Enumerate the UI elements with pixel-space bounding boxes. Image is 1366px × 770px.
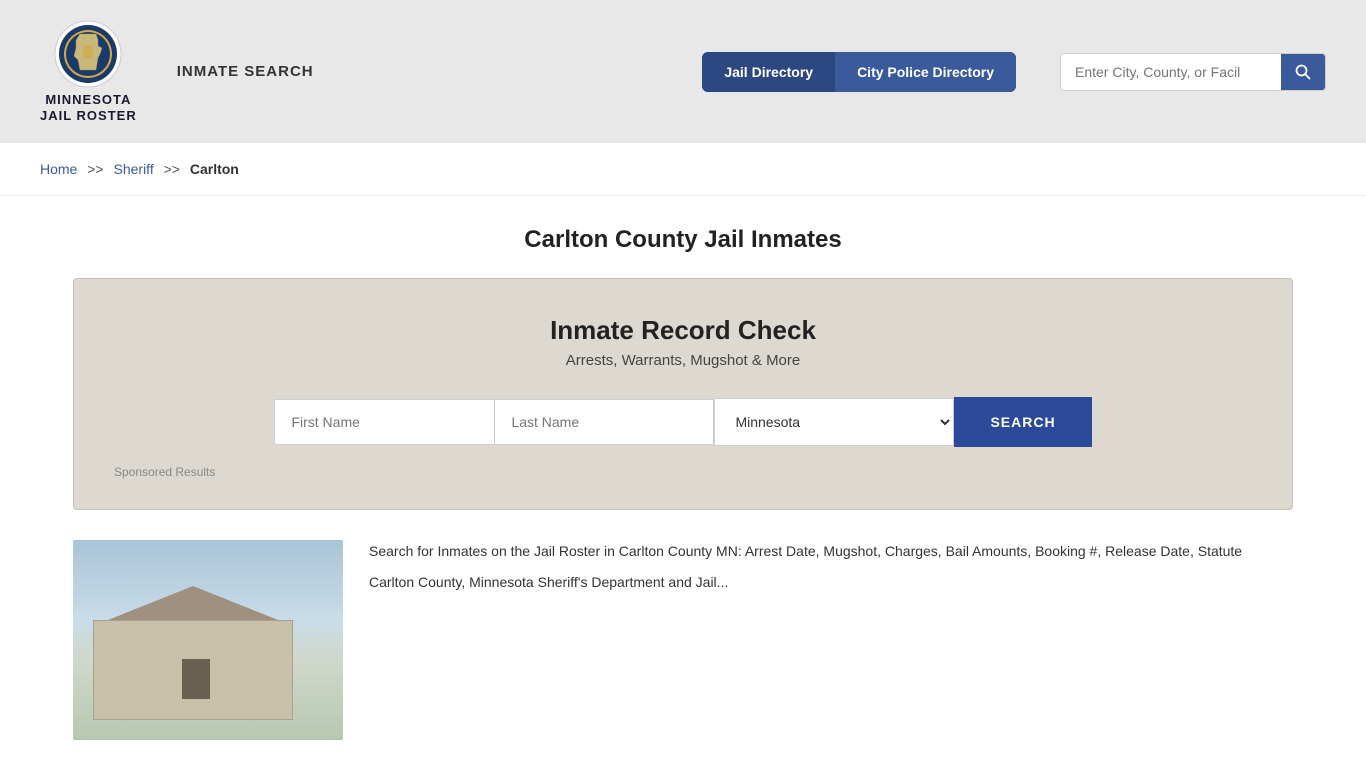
bottom-description: Search for Inmates on the Jail Roster in… (369, 540, 1242, 740)
breadcrumb-sheriff[interactable]: Sheriff (114, 161, 154, 177)
breadcrumb-sep2: >> (164, 161, 180, 177)
site-header: MINNESOTA JAIL ROSTER INMATE SEARCH Jail… (0, 0, 1366, 143)
city-police-button[interactable]: City Police Directory (835, 52, 1016, 92)
search-icon (1295, 64, 1311, 80)
record-check-heading: Inmate Record Check (114, 315, 1252, 346)
breadcrumb-home[interactable]: Home (40, 161, 77, 177)
logo-icon (54, 20, 122, 88)
record-check-box: Inmate Record Check Arrests, Warrants, M… (73, 278, 1293, 510)
inmate-search-nav[interactable]: INMATE SEARCH (177, 63, 314, 80)
nav-button-group: Jail Directory City Police Directory (702, 52, 1016, 92)
search-button[interactable]: SEARCH (954, 397, 1091, 447)
building-image (73, 540, 343, 740)
page-title: Carlton County Jail Inmates (73, 226, 1293, 254)
main-content: Carlton County Jail Inmates Inmate Recor… (33, 196, 1333, 770)
logo-link[interactable]: MINNESOTA JAIL ROSTER (40, 20, 137, 123)
jail-directory-button[interactable]: Jail Directory (702, 52, 835, 92)
state-select[interactable]: AlabamaAlaskaArizonaArkansasCaliforniaCo… (714, 398, 954, 446)
breadcrumb-current: Carlton (190, 161, 239, 177)
description-p2: Carlton County, Minnesota Sheriff's Depa… (369, 571, 1242, 593)
last-name-input[interactable] (494, 399, 714, 445)
description-p1: Search for Inmates on the Jail Roster in… (369, 540, 1242, 562)
first-name-input[interactable] (274, 399, 494, 445)
header-search-bar (1060, 53, 1326, 91)
breadcrumb-sep1: >> (87, 161, 103, 177)
inmate-search-form: AlabamaAlaskaArizonaArkansasCaliforniaCo… (114, 397, 1252, 447)
logo-text: MINNESOTA JAIL ROSTER (40, 92, 137, 123)
breadcrumb: Home >> Sheriff >> Carlton (0, 143, 1366, 196)
record-check-subtitle: Arrests, Warrants, Mugshot & More (114, 352, 1252, 369)
bottom-section: Search for Inmates on the Jail Roster in… (73, 540, 1293, 740)
sponsored-results-label: Sponsored Results (114, 465, 1252, 479)
header-search-input[interactable] (1061, 54, 1281, 90)
header-search-button[interactable] (1281, 54, 1325, 90)
